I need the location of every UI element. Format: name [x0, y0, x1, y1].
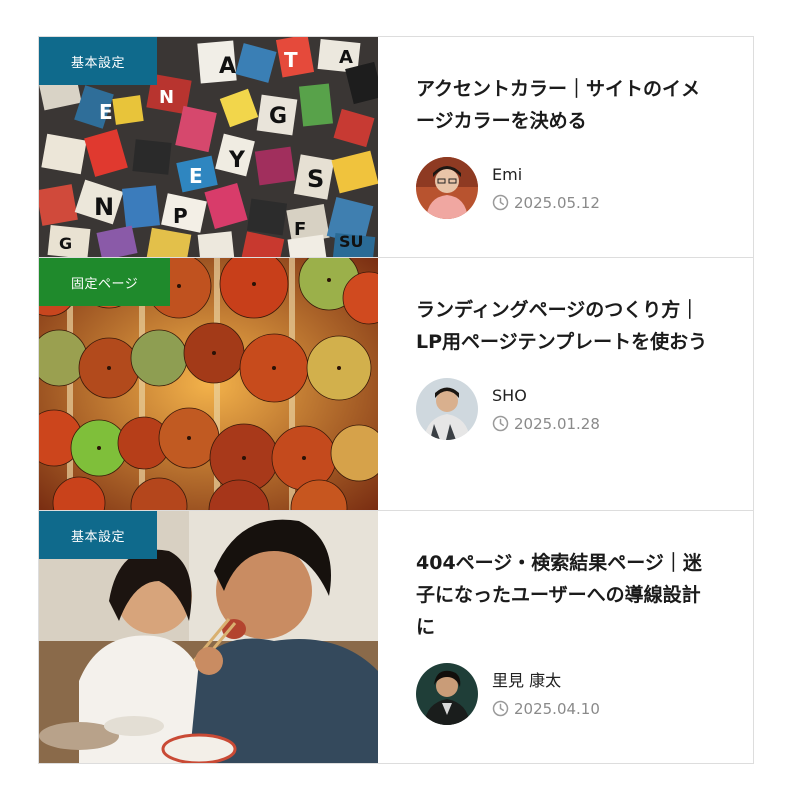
svg-text:SU: SU [339, 232, 364, 251]
post-card[interactable]: 基本設定 404ページ・検索結果ページ｜迷子になったユーザーへの導線設計に 里見… [39, 511, 753, 763]
svg-text:N: N [94, 193, 114, 221]
svg-text:P: P [173, 204, 188, 228]
svg-text:G: G [59, 234, 72, 253]
post-date: 2025.05.12 [492, 194, 600, 212]
post-thumbnail[interactable]: A T A E N G Y E S N P F SU G 基本設定 [39, 37, 378, 257]
category-badge[interactable]: 固定ページ [39, 258, 171, 306]
svg-text:E: E [99, 100, 113, 124]
post-date-text: 2025.04.10 [514, 699, 600, 718]
author-name[interactable]: 里見 康太 [492, 671, 600, 691]
avatar-image-sho [416, 378, 478, 440]
post-body: 404ページ・検索結果ページ｜迷子になったユーザーへの導線設計に 里見 康太 2… [378, 511, 753, 763]
post-meta-text: SHO 2025.01.28 [492, 386, 600, 433]
svg-text:A: A [219, 54, 236, 79]
svg-text:F: F [294, 219, 306, 240]
post-date-text: 2025.01.28 [514, 414, 600, 433]
category-badge[interactable]: 基本設定 [39, 511, 158, 559]
post-card[interactable]: A T A E N G Y E S N P F SU G 基本設定 アクセントカ… [39, 37, 753, 258]
category-label: 基本設定 [71, 529, 126, 545]
post-title[interactable]: アクセントカラー｜サイトのイメージカラーを決める [416, 73, 717, 137]
author-avatar [416, 378, 478, 440]
author-name[interactable]: Emi [492, 165, 600, 185]
avatar-image-satomi [416, 663, 478, 725]
svg-text:A: A [339, 47, 353, 68]
post-meta: SHO 2025.01.28 [416, 378, 717, 440]
post-thumbnail[interactable]: 基本設定 [39, 511, 378, 763]
post-list: A T A E N G Y E S N P F SU G 基本設定 アクセントカ… [38, 36, 754, 764]
post-meta-text: Emi 2025.05.12 [492, 165, 600, 212]
avatar-image-emi [416, 157, 478, 219]
svg-text:E: E [189, 164, 203, 188]
svg-text:S: S [307, 165, 324, 193]
post-title[interactable]: ランディングページのつくり方｜LP用ページテンプレートを使おう [416, 294, 717, 358]
category-label: 固定ページ [71, 276, 139, 292]
post-meta-text: 里見 康太 2025.04.10 [492, 671, 600, 718]
post-thumbnail[interactable]: 固定ページ [39, 258, 378, 510]
clock-icon [492, 700, 509, 717]
post-meta: 里見 康太 2025.04.10 [416, 663, 717, 725]
svg-text:N: N [159, 87, 174, 108]
category-badge[interactable]: 基本設定 [39, 37, 158, 85]
svg-text:Y: Y [228, 148, 246, 173]
clock-icon [492, 415, 509, 432]
svg-text:T: T [284, 48, 298, 72]
svg-text:G: G [269, 104, 287, 129]
post-date: 2025.01.28 [492, 415, 600, 433]
post-card[interactable]: 固定ページ ランディングページのつくり方｜LP用ページテンプレートを使おう SH… [39, 258, 753, 511]
clock-icon [492, 194, 509, 211]
author-avatar [416, 157, 478, 219]
category-label: 基本設定 [71, 55, 126, 71]
post-body: アクセントカラー｜サイトのイメージカラーを決める Emi 2025.05.12 [378, 37, 753, 257]
author-name[interactable]: SHO [492, 386, 600, 406]
author-avatar [416, 663, 478, 725]
post-meta: Emi 2025.05.12 [416, 157, 717, 219]
post-body: ランディングページのつくり方｜LP用ページテンプレートを使おう SHO 2025… [378, 258, 753, 510]
post-date: 2025.04.10 [492, 700, 600, 718]
post-date-text: 2025.05.12 [514, 193, 600, 212]
post-title[interactable]: 404ページ・検索結果ページ｜迷子になったユーザーへの導線設計に [416, 547, 717, 643]
